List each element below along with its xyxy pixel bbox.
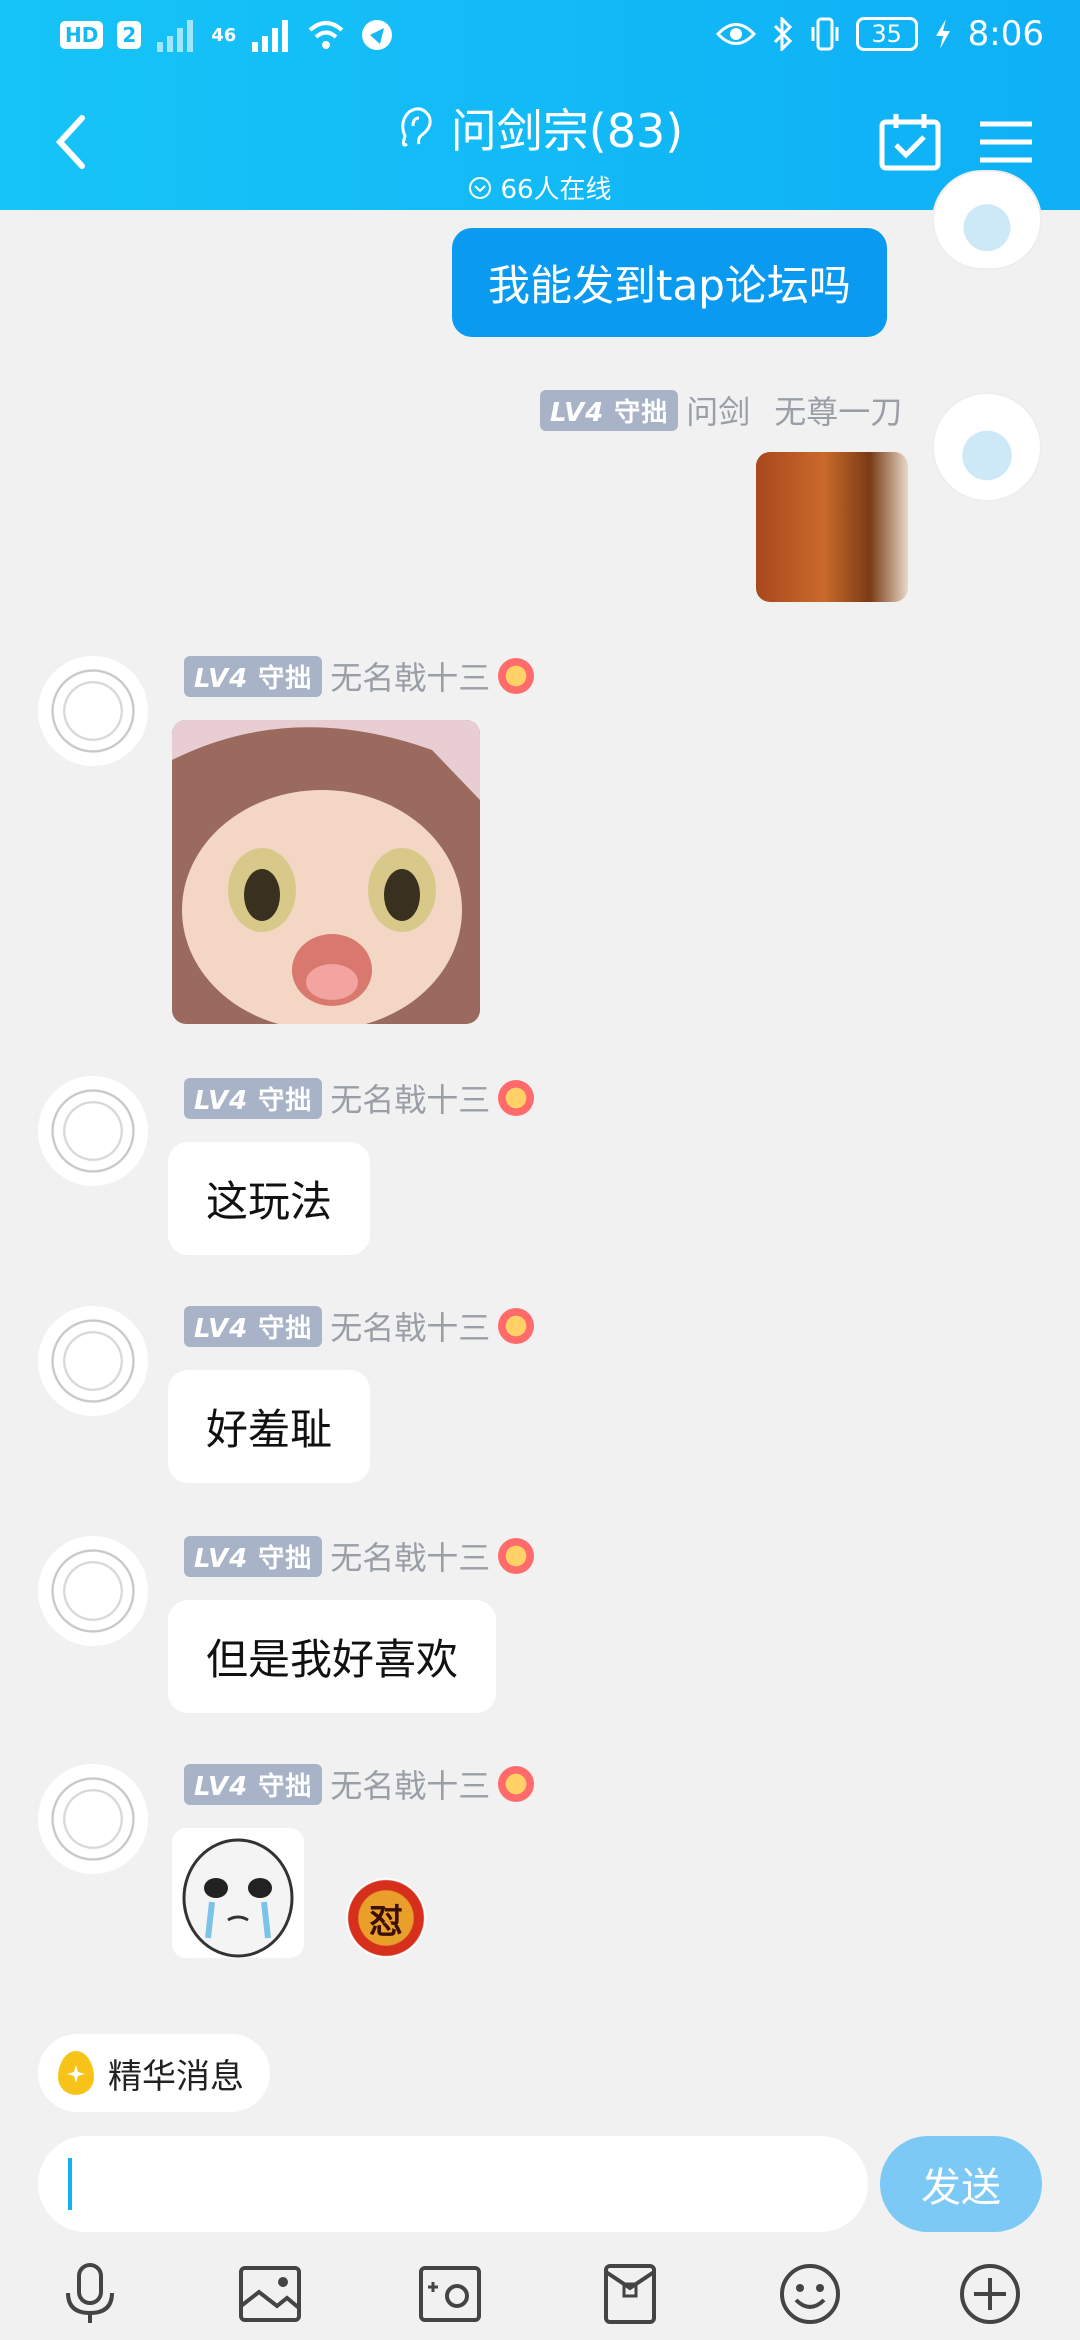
emoji-button[interactable] (774, 2258, 846, 2330)
sender-title: 无尊一刀 (774, 393, 903, 431)
mic-icon (66, 2263, 114, 2323)
menu-icon[interactable] (974, 112, 1038, 172)
camera-button[interactable] (414, 2258, 486, 2330)
file-button[interactable] (594, 2258, 666, 2330)
vibrate-icon (811, 17, 839, 51)
sender-name: 无名戟十三 (330, 1767, 491, 1805)
image-button[interactable] (234, 2258, 306, 2330)
sim2-badge: 2 (117, 21, 142, 49)
sender-name: 无名戟十三 (330, 1081, 491, 1119)
avatar-self[interactable] (932, 170, 1042, 270)
input-toolbar (0, 2248, 1080, 2340)
mic-button[interactable] (54, 2258, 126, 2330)
flower-icon (498, 1538, 535, 1574)
avatar-sender[interactable] (38, 1306, 148, 1416)
image-icon (239, 2266, 301, 2322)
group-title: 问剑宗(83) (450, 104, 684, 158)
reaction-emoji[interactable]: 怼 (346, 1878, 426, 1958)
level-badge: LV4 守拙 (184, 1305, 323, 1347)
message-meta: LV4 守拙 无名戟十三 (184, 1305, 535, 1347)
image-message[interactable] (756, 452, 908, 602)
avatar-sender[interactable] (38, 656, 148, 766)
sender-name: 无名戟十三 (330, 1539, 491, 1577)
wifi-icon (309, 21, 344, 49)
avatar-sender[interactable] (38, 1764, 148, 1874)
message-meta: LV4 守拙 问剑 无尊一刀 (540, 389, 903, 431)
clock: 8:06 (967, 14, 1044, 54)
app-status-icon (362, 20, 393, 50)
level-badge: LV4 守拙 (184, 1077, 323, 1119)
flower-icon (498, 1080, 535, 1116)
flower-icon (498, 658, 535, 694)
reaction-emoji-char: 怼 (369, 1901, 403, 1942)
add-button[interactable] (954, 2258, 1026, 2330)
message-meta: LV4 守拙 无名戟十三 (184, 655, 535, 697)
header: HD 2 46 35 8:06 问剑宗(83) 66人在线 (0, 0, 1080, 210)
crying-face-sticker (182, 1838, 294, 1958)
hd-badge: HD (60, 21, 104, 49)
avatar-sender[interactable] (38, 1076, 148, 1186)
message-bubble-incoming[interactable]: 这玩法 (168, 1142, 371, 1255)
battery-indicator: 35 (855, 17, 918, 51)
emoji-icon (780, 2264, 840, 2324)
anime-face-sticker (172, 720, 480, 1024)
signal-icon-2 (252, 20, 289, 52)
signal-icon (157, 20, 194, 52)
sender-name: 问剑 (686, 393, 751, 431)
calendar-check-icon[interactable] (878, 112, 942, 172)
message-meta: LV4 守拙 无名戟十三 (184, 1763, 535, 1805)
online-count-label: 66人在线 (500, 175, 612, 205)
featured-messages-button[interactable]: 精华消息 (38, 2034, 270, 2112)
text-caret (68, 2158, 72, 2210)
message-input[interactable] (38, 2136, 868, 2232)
level-badge: LV4 守拙 (184, 1763, 323, 1805)
level-badge: LV4 守拙 (184, 1535, 323, 1577)
message-meta: LV4 守拙 无名戟十三 (184, 1077, 535, 1119)
message-bubble-incoming[interactable]: 好羞耻 (168, 1370, 371, 1483)
message-meta: LV4 守拙 无名戟十三 (184, 1535, 535, 1577)
send-button[interactable]: 发送 (880, 2136, 1042, 2232)
message-bubble-incoming[interactable]: 但是我好喜欢 (168, 1600, 497, 1713)
file-icon (604, 2264, 656, 2324)
bluetooth-icon (773, 17, 792, 51)
drop-icon (58, 2051, 94, 2095)
camera-icon (419, 2266, 481, 2322)
level-badge: LV4 守拙 (184, 655, 323, 697)
flower-icon (498, 1766, 535, 1802)
avatar-sender[interactable] (38, 1536, 148, 1646)
avatar-self[interactable] (932, 392, 1042, 502)
flower-icon (498, 1308, 535, 1344)
level-badge: LV4 守拙 (540, 389, 679, 431)
charging-icon (935, 19, 950, 49)
ear-icon (401, 107, 432, 147)
online-count: 66人在线 (468, 169, 612, 206)
add-icon (960, 2264, 1020, 2324)
sender-name: 无名戟十三 (330, 1309, 491, 1347)
eye-icon (715, 23, 756, 45)
featured-messages-label: 精华消息 (108, 2056, 244, 2097)
message-bubble-outgoing[interactable]: 我能发到tap论坛吗 (452, 228, 887, 337)
chevron-down-circle-icon (469, 176, 492, 199)
sticker-image[interactable] (172, 1828, 304, 1958)
network-type: 46 (211, 24, 237, 46)
sticker-image[interactable] (172, 720, 480, 1024)
status-bar: HD 2 46 35 8:06 (0, 0, 1080, 75)
sender-name: 无名戟十三 (330, 659, 491, 697)
